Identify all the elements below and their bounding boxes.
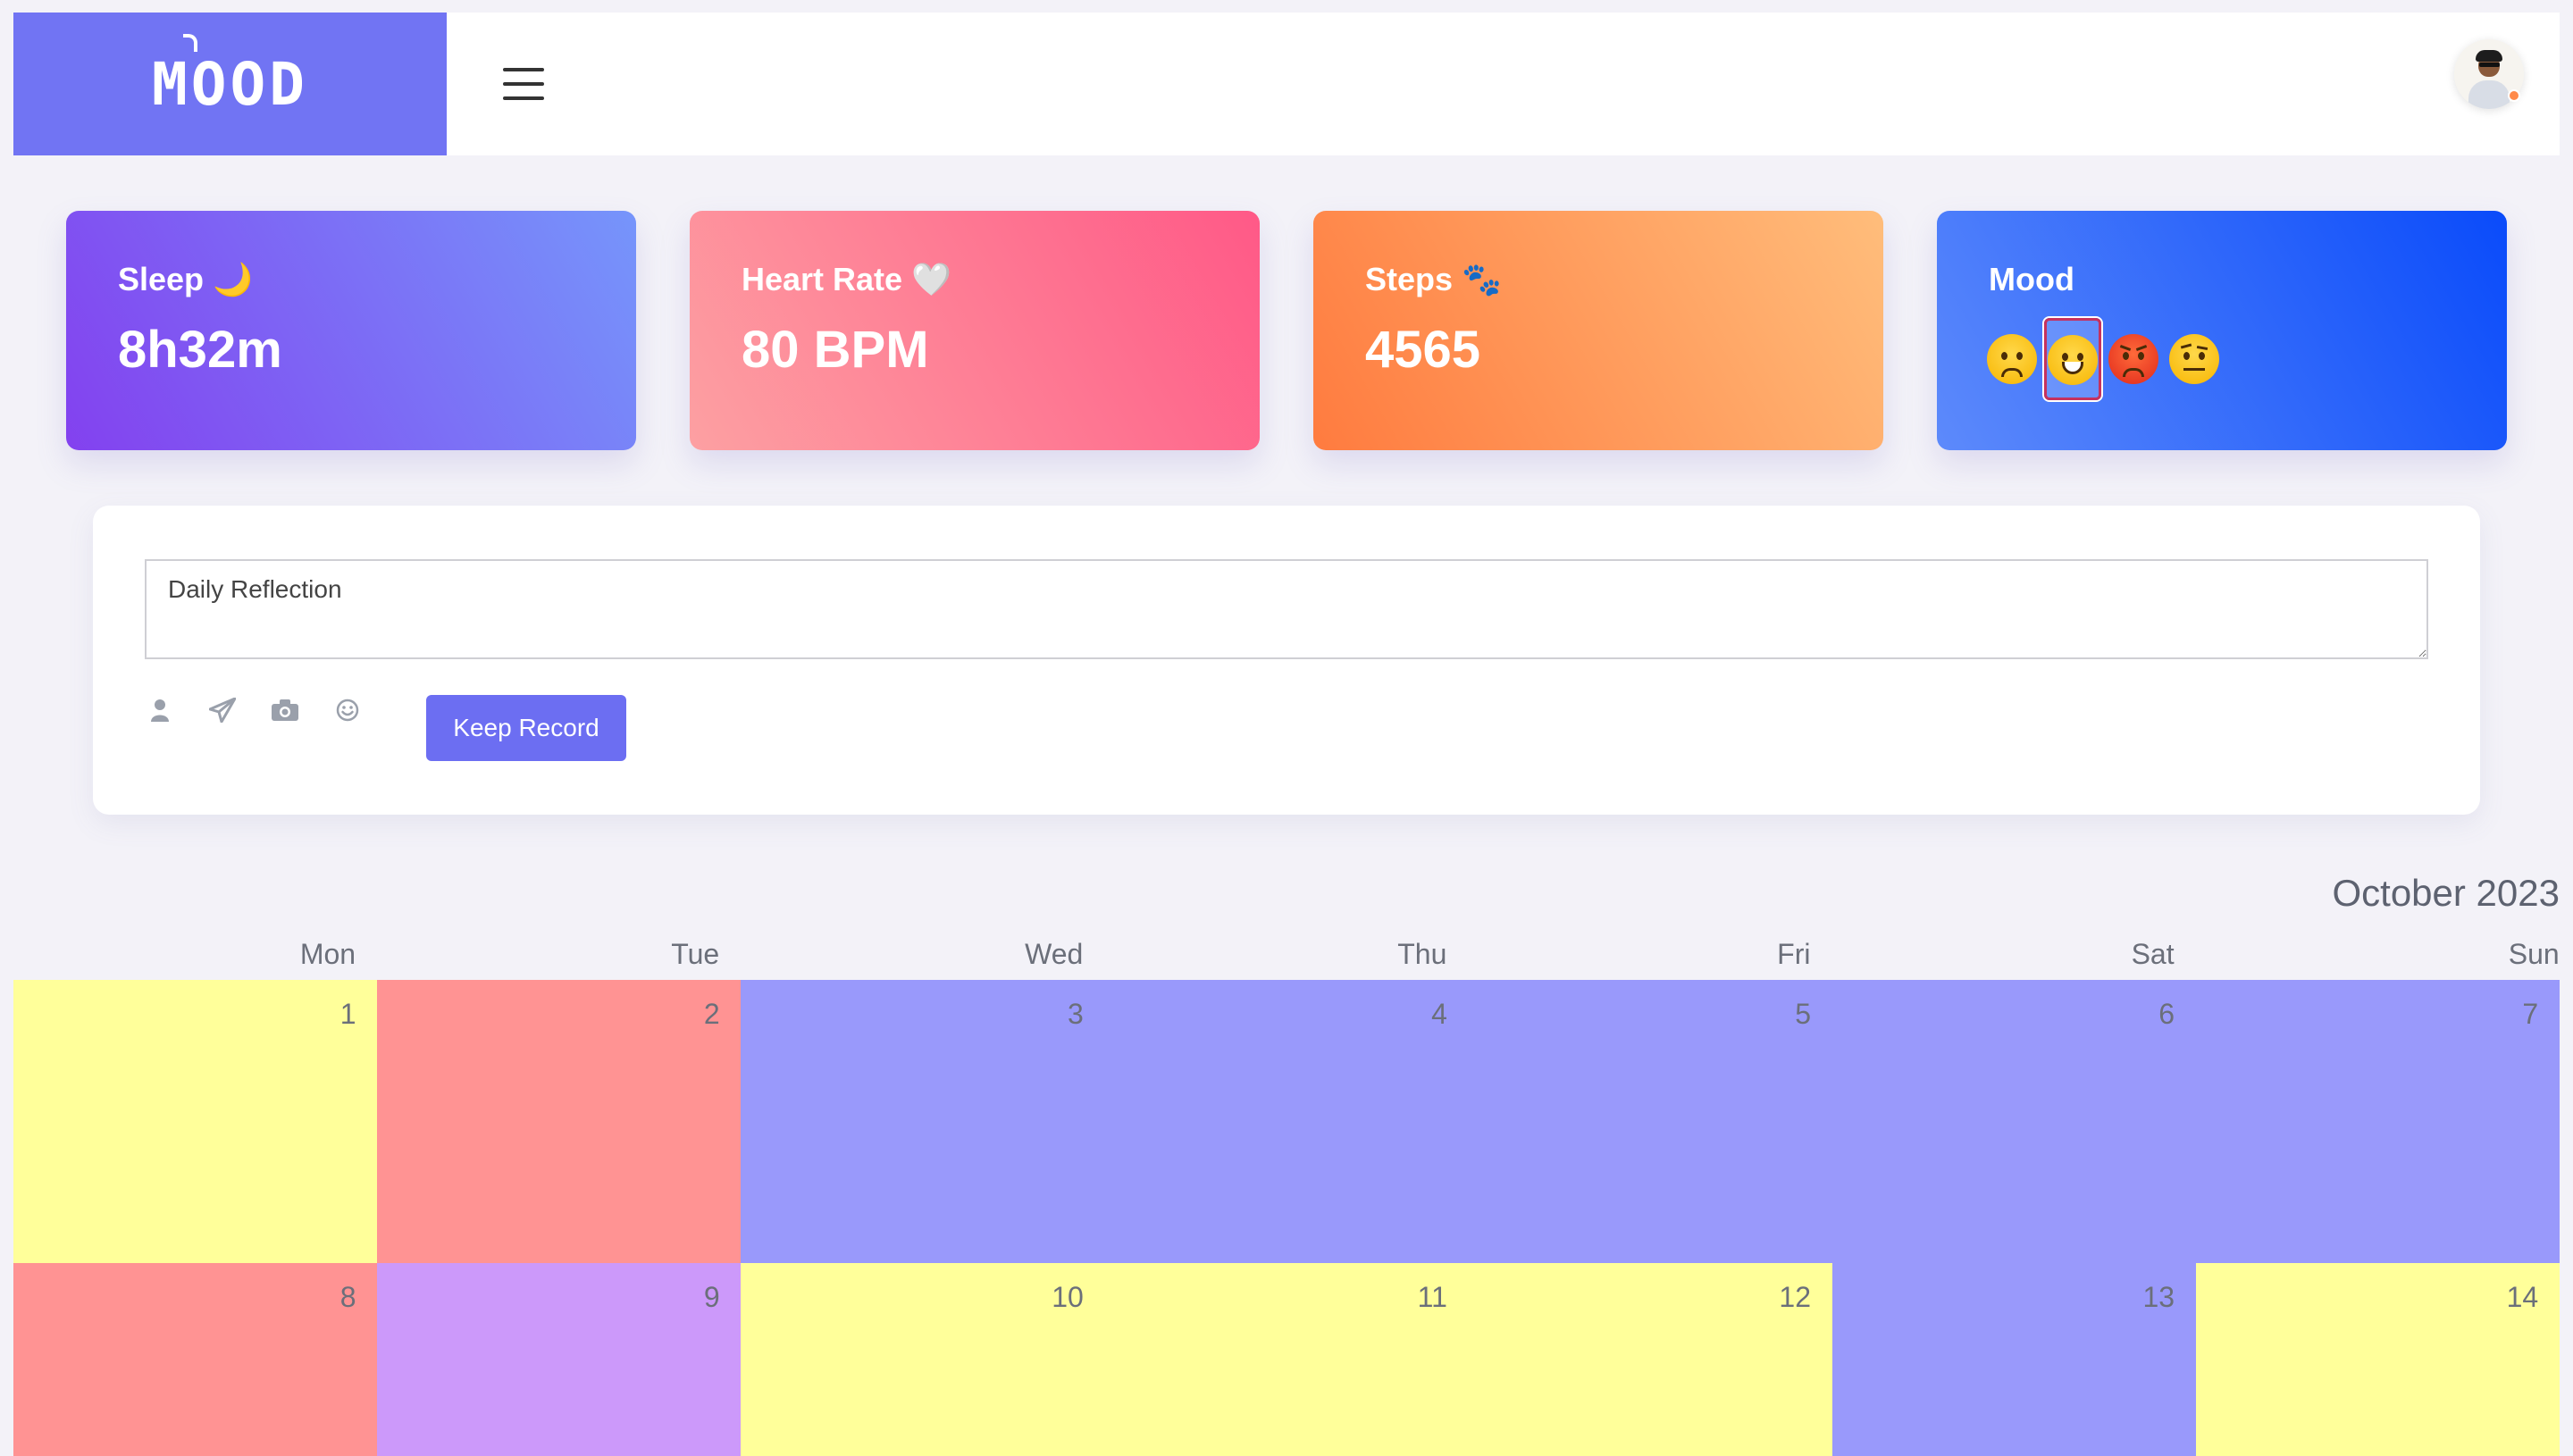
calendar-day-5[interactable]: 5 [1468,980,1832,1263]
weekday-fri: Fri [1777,938,1811,970]
calendar-day-3[interactable]: 3 [741,980,1105,1263]
brow [2180,343,2192,349]
raised-eyebrow-face-icon[interactable] [2166,331,2223,388]
avatar-hair [2476,50,2502,62]
eye [2138,352,2144,360]
camera-icon[interactable] [270,695,300,725]
eye [2199,352,2205,360]
brow [2119,345,2132,351]
logo-text: MOOD [152,49,308,119]
eye [2062,353,2068,361]
avatar-glasses [2479,63,2500,67]
steps-card: Steps 🐾 4565 [1313,211,1883,450]
weekday-wed: Wed [1025,938,1084,970]
calendar-day-14[interactable]: 14 [2195,1263,2560,1456]
steps-label: Steps 🐾 [1365,261,1502,297]
calendar-day-11[interactable]: 11 [1104,1263,1469,1456]
calendar-day-13[interactable]: 13 [1831,1263,2197,1456]
calendar-day-8[interactable]: 8 [13,1263,378,1456]
mood-card: Mood [1937,211,2507,450]
weekday-sun: Sun [2508,938,2560,970]
raised-eyebrow-face [2169,334,2219,384]
angry-face [2108,334,2158,384]
hamburger-line [503,82,544,86]
mouth [2183,368,2205,371]
sleep-label: Sleep 🌙 [118,261,253,297]
calendar-day-2[interactable]: 2 [377,980,742,1263]
hamburger-line [503,68,544,71]
mouth [2062,362,2083,374]
user-avatar-button[interactable] [2454,39,2524,109]
eye [2016,352,2023,360]
calendar-day-6[interactable]: 6 [1831,980,2197,1263]
weekday-mon: Mon [299,938,356,970]
weekday-sat: Sat [2131,938,2175,970]
brow [2135,345,2148,351]
calendar-day-12[interactable]: 12 [1468,1263,1832,1456]
daily-reflection-input[interactable] [145,559,2428,659]
mouth [2001,368,2023,377]
mouth [2123,368,2144,377]
heart-rate-value: 80 BPM [742,321,929,379]
smiley-icon[interactable] [332,695,363,725]
calendar-day-10[interactable]: 10 [741,1263,1105,1456]
grinning-face [2048,335,2098,385]
eye [2183,352,2190,360]
reflection-toolbar [145,695,395,725]
avatar-body [2468,80,2510,109]
send-icon[interactable] [207,695,238,725]
keep-record-button[interactable]: Keep Record [426,695,626,761]
calendar-day-9[interactable]: 9 [377,1263,742,1456]
eye [2001,352,2007,360]
sad-face [1987,334,2037,384]
hamburger-menu-icon[interactable] [503,68,544,100]
weekday-thu: Thu [1397,938,1447,970]
calendar-day-1[interactable]: 1 [13,980,378,1263]
calendar-day-7[interactable]: 7 [2195,980,2560,1263]
angry-face-icon[interactable] [2105,331,2162,388]
mood-label: Mood [1989,261,2074,297]
brow [2196,345,2208,351]
heart-rate-label: Heart Rate 🤍 [742,261,951,297]
hamburger-line [503,96,544,100]
logo-hook-decoration [183,34,197,52]
steps-value: 4565 [1365,321,1481,379]
user-icon[interactable] [145,695,175,725]
sleep-card: Sleep 🌙 8h32m [66,211,636,450]
eye [2077,353,2083,361]
grinning-face-icon[interactable] [2044,318,2101,400]
sad-face-icon[interactable] [1983,331,2041,388]
calendar-month-title: October 2023 [2332,872,2560,914]
top-bar: MOOD [13,13,2560,155]
mood-picker [1983,318,2455,400]
heart-rate-card: Heart Rate 🤍 80 BPM [690,211,1260,450]
status-dot [2508,89,2520,102]
sleep-value: 8h32m [118,321,282,379]
app-logo[interactable]: MOOD [13,13,447,155]
calendar-day-4[interactable]: 4 [1104,980,1469,1263]
weekday-tue: Tue [671,938,720,970]
reflection-panel: Keep Record [93,506,2480,815]
eye [2123,352,2129,360]
